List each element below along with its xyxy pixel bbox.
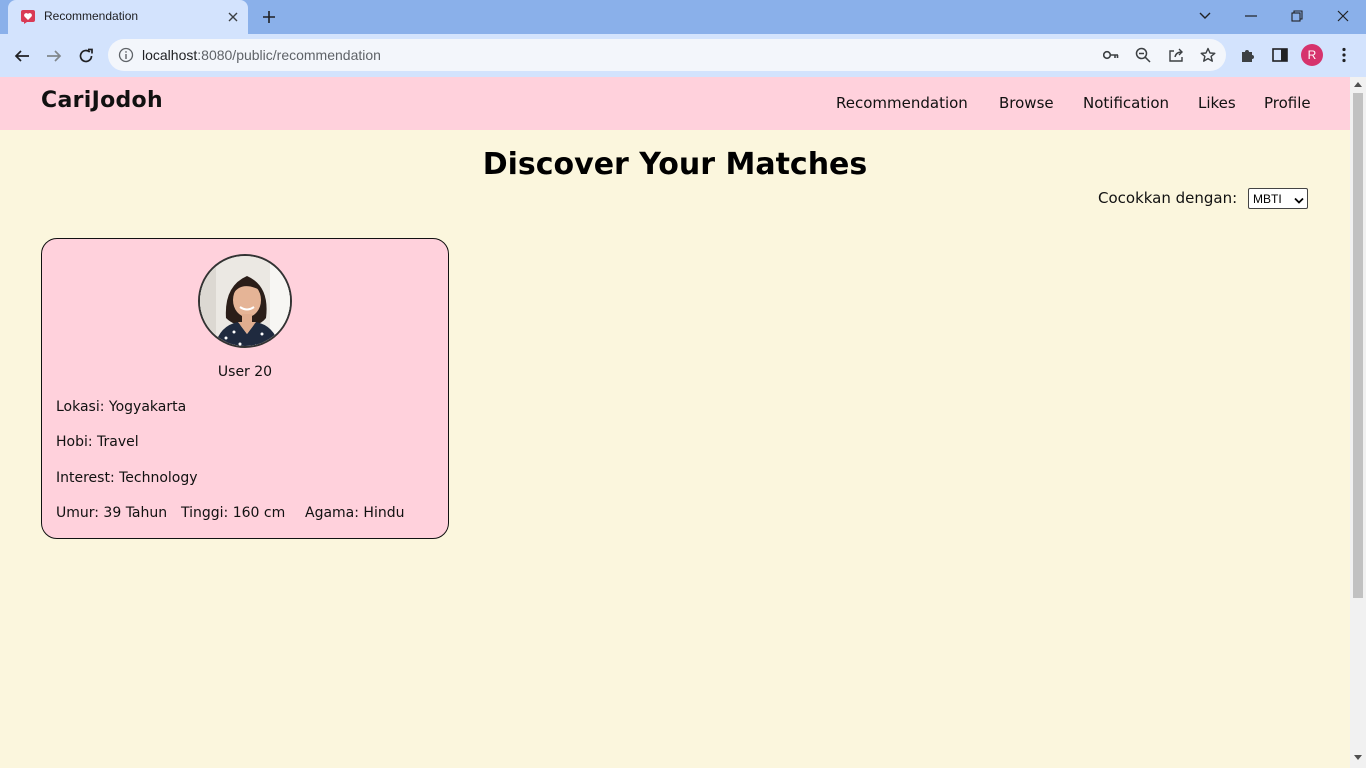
nav-notification[interactable]: Notification — [1083, 94, 1169, 112]
nav-recommendation[interactable]: Recommendation — [836, 94, 968, 112]
minimize-icon[interactable] — [1238, 4, 1264, 28]
user-photo — [198, 254, 292, 348]
tab-title: Recommendation — [44, 9, 139, 23]
kebab-menu-icon[interactable] — [1334, 45, 1354, 65]
browser-tab-strip: Recommendation — [0, 0, 1366, 34]
site-header: CariJodoh Recommendation Browse Notifica… — [0, 77, 1350, 130]
forward-arrow-icon[interactable] — [41, 43, 67, 69]
user-religion: Agama: Hindu — [305, 505, 405, 521]
side-panel-icon[interactable] — [1270, 45, 1290, 65]
extensions-puzzle-icon[interactable] — [1238, 45, 1258, 65]
browser-tab[interactable]: Recommendation — [8, 0, 248, 34]
match-by-select[interactable]: MBTI — [1248, 188, 1308, 209]
reload-icon[interactable] — [73, 43, 99, 69]
back-arrow-icon[interactable] — [9, 43, 35, 69]
restore-icon[interactable] — [1284, 4, 1310, 28]
chevron-down-icon — [1294, 194, 1304, 208]
heart-favicon-icon — [20, 9, 36, 25]
profile-avatar[interactable]: R — [1301, 44, 1323, 66]
page-scrollbar[interactable] — [1350, 77, 1366, 768]
user-height: Tinggi: 160 cm — [181, 505, 286, 521]
user-location: Lokasi: Yogyakarta — [56, 399, 187, 415]
scroll-up-arrow-icon[interactable] — [1354, 82, 1362, 87]
address-bar[interactable]: localhost:8080/public/recommendation — [108, 39, 1226, 71]
site-info-icon[interactable] — [118, 47, 134, 63]
scrollbar-thumb[interactable] — [1353, 93, 1363, 598]
nav-likes[interactable]: Likes — [1198, 94, 1236, 112]
close-window-icon[interactable] — [1330, 4, 1356, 28]
tab-search-chevron-icon[interactable] — [1192, 4, 1218, 28]
match-card[interactable]: User 20 Lokasi: Yogyakarta Hobi: Travel … — [41, 238, 449, 539]
new-tab-icon[interactable] — [258, 6, 280, 28]
url-text: localhost:8080/public/recommendation — [142, 47, 381, 63]
url-host: localhost — [142, 47, 198, 63]
url-path: :8080/public/recommendation — [197, 47, 381, 63]
page-viewport: CariJodoh Recommendation Browse Notifica… — [0, 77, 1350, 768]
nav-browse[interactable]: Browse — [999, 94, 1054, 112]
user-name: User 20 — [217, 364, 273, 380]
match-by-label: Cocokkan dengan: — [1098, 189, 1238, 207]
user-age: Umur: 39 Tahun — [56, 505, 168, 521]
close-tab-icon[interactable] — [224, 8, 242, 26]
share-icon[interactable] — [1167, 46, 1185, 64]
user-hobby: Hobi: Travel — [56, 434, 139, 450]
scroll-down-arrow-icon[interactable] — [1354, 755, 1362, 760]
zoom-icon[interactable] — [1134, 46, 1152, 64]
user-interest: Interest: Technology — [56, 470, 198, 486]
bookmark-star-icon[interactable] — [1199, 46, 1217, 64]
match-by-value: MBTI — [1253, 192, 1282, 206]
browser-toolbar: localhost:8080/public/recommendation R — [0, 34, 1366, 77]
nav-profile[interactable]: Profile — [1264, 94, 1311, 112]
key-icon[interactable] — [1102, 46, 1120, 64]
site-logo[interactable]: CariJodoh — [41, 88, 163, 113]
page-title: Discover Your Matches — [482, 147, 868, 182]
